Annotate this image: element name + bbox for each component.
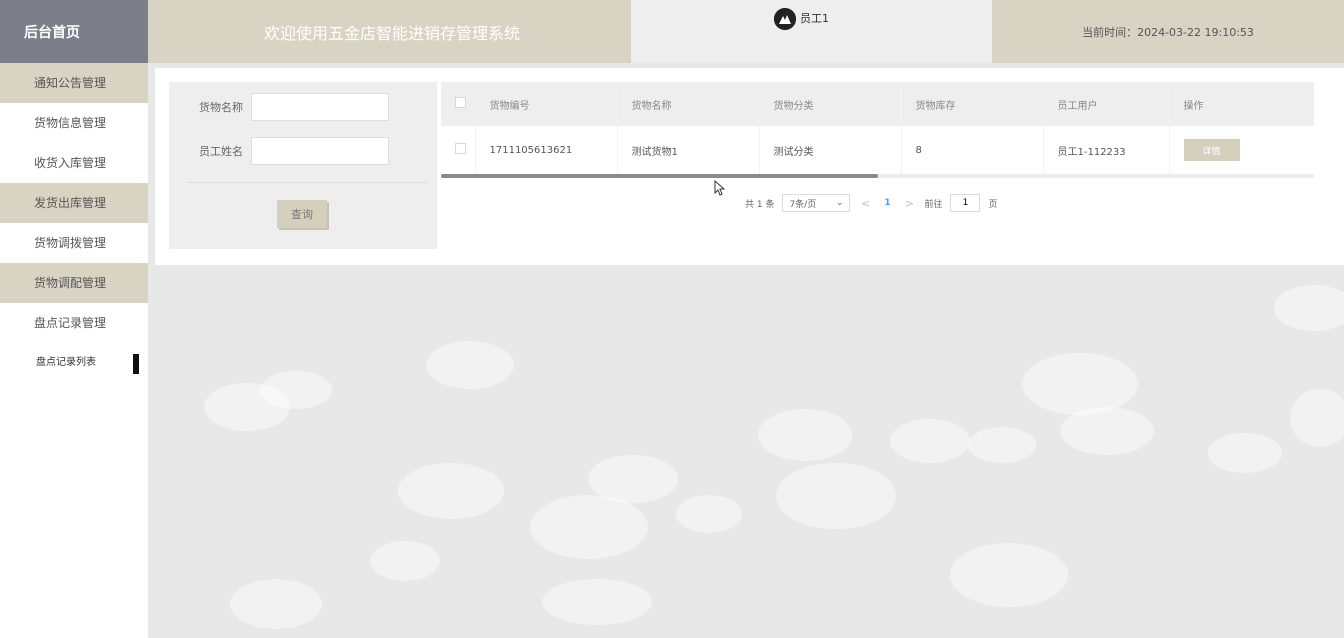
background-bubble [776,463,896,529]
column-header: 货物分类 [758,82,901,126]
pagination: 共 1 条 7条/页 ⌄ < 1 > 前往 页 [745,194,997,212]
avatar-icon [774,8,796,30]
goods-table-container: 货物编号 货物名称 货物分类 货物库存 员工用户 操作 171110561362… [441,82,1314,182]
user-name: 员工1 [800,12,829,25]
brand-home-link[interactable]: 后台首页 [0,0,148,63]
sidebar-subitem-label: 盘点记录列表 [36,357,96,368]
background-bubble [230,579,322,629]
background-bubble [542,579,652,625]
background-bubble [370,541,440,581]
background-bubble [426,341,514,389]
column-header: 操作 [1168,82,1314,126]
mouse-cursor-icon [714,179,726,200]
system-title: 欢迎使用五金店智能进销存管理系统 [148,0,631,63]
goto-label: 前往 [924,199,943,210]
prev-page-button[interactable]: < [858,197,872,210]
cell-goods-stock: 8 [900,126,1043,175]
search-form: 货物名称 员工姓名 查询 [169,82,437,249]
chevron-down-icon: ⌄ [835,198,844,208]
background-bubble [530,495,648,559]
employee-name-input[interactable] [251,137,389,165]
column-header: 货物库存 [900,82,1043,126]
background-bubble [588,455,678,503]
goto-page-input[interactable] [950,194,981,212]
goods-table: 货物编号 货物名称 货物分类 货物库存 员工用户 操作 171110561362… [441,82,1314,175]
employee-name-label: 员工姓名 [199,145,243,158]
background-bubble [1290,389,1344,447]
cell-goods-category: 测试分类 [758,126,901,175]
page-size-select[interactable]: 7条/页 ⌄ [782,194,851,212]
main-content: 货物名称 员工姓名 查询 货物编号 货物名称 货物分类 货物库存 员工用户 操作… [148,63,1344,638]
background-bubble [1022,353,1138,415]
background-bubble [1060,407,1154,455]
content-panel: 货物名称 员工姓名 查询 货物编号 货物名称 货物分类 货物库存 员工用户 操作… [155,68,1344,265]
sidebar-item-inventory[interactable]: 盘点记录管理 [0,303,148,343]
background-bubble [676,495,742,533]
goods-name-input[interactable] [251,93,389,121]
header: 欢迎使用五金店智能进销存管理系统 员工1 当前时间：2024-03-22 19:… [148,0,1344,63]
next-page-button[interactable]: > [902,197,916,210]
page-number-current[interactable]: 1 [880,198,894,208]
cell-employee-user: 员工1-112233 [1042,126,1169,175]
sidebar-item-receiving[interactable]: 收货入库管理 [0,143,148,183]
sidebar: 后台首页 通知公告管理 货物信息管理 收货入库管理 发货出库管理 货物调拨管理 … [0,0,148,638]
background-bubble [968,427,1036,463]
column-header: 货物名称 [616,82,759,126]
cell-goods-name: 测试货物1 [616,126,759,175]
background-bubble [398,463,504,519]
scrollbar-thumb[interactable] [441,174,878,178]
active-marker [133,354,139,374]
current-time: 当前时间：2024-03-22 19:10:53 [992,0,1344,63]
table-row: 1711105613621 测试货物1 测试分类 8 员工1-112233 详情 [441,126,1314,175]
column-header: 货物编号 [474,82,617,126]
row-checkbox[interactable] [455,143,466,154]
horizontal-scrollbar[interactable] [441,174,1314,178]
select-all-checkbox[interactable] [455,97,466,108]
page-size-value: 7条/页 [789,199,817,210]
sidebar-item-goods-info[interactable]: 货物信息管理 [0,103,148,143]
sidebar-item-transfer[interactable]: 货物调拨管理 [0,223,148,263]
table-header-row: 货物编号 货物名称 货物分类 货物库存 员工用户 操作 [441,82,1314,126]
select-all-header[interactable] [441,82,475,126]
column-header: 员工用户 [1042,82,1169,126]
sidebar-subitem-inventory-list[interactable]: 盘点记录列表 [0,343,148,383]
detail-button[interactable]: 详情 [1183,139,1240,161]
search-button[interactable]: 查询 [277,200,327,228]
sidebar-item-notice[interactable]: 通知公告管理 [0,63,148,103]
background-bubble [1208,433,1282,473]
background-bubble [1274,285,1344,331]
background-bubble [260,371,332,409]
background-bubble [758,409,852,461]
sidebar-item-allocation[interactable]: 货物调配管理 [0,263,148,303]
cell-goods-code: 1711105613621 [474,126,617,175]
goods-name-label: 货物名称 [199,101,243,114]
goto-suffix: 页 [988,199,998,210]
sidebar-item-shipping[interactable]: 发货出库管理 [0,183,148,223]
background-bubble [890,419,970,463]
background-bubble [950,543,1068,607]
cell-actions: 详情 [1168,126,1314,175]
user-menu[interactable]: 员工1 [774,8,829,63]
user-area: 员工1 [631,0,992,63]
divider [187,182,427,183]
total-count: 共 1 条 [745,199,775,210]
row-select-cell[interactable] [441,126,475,175]
